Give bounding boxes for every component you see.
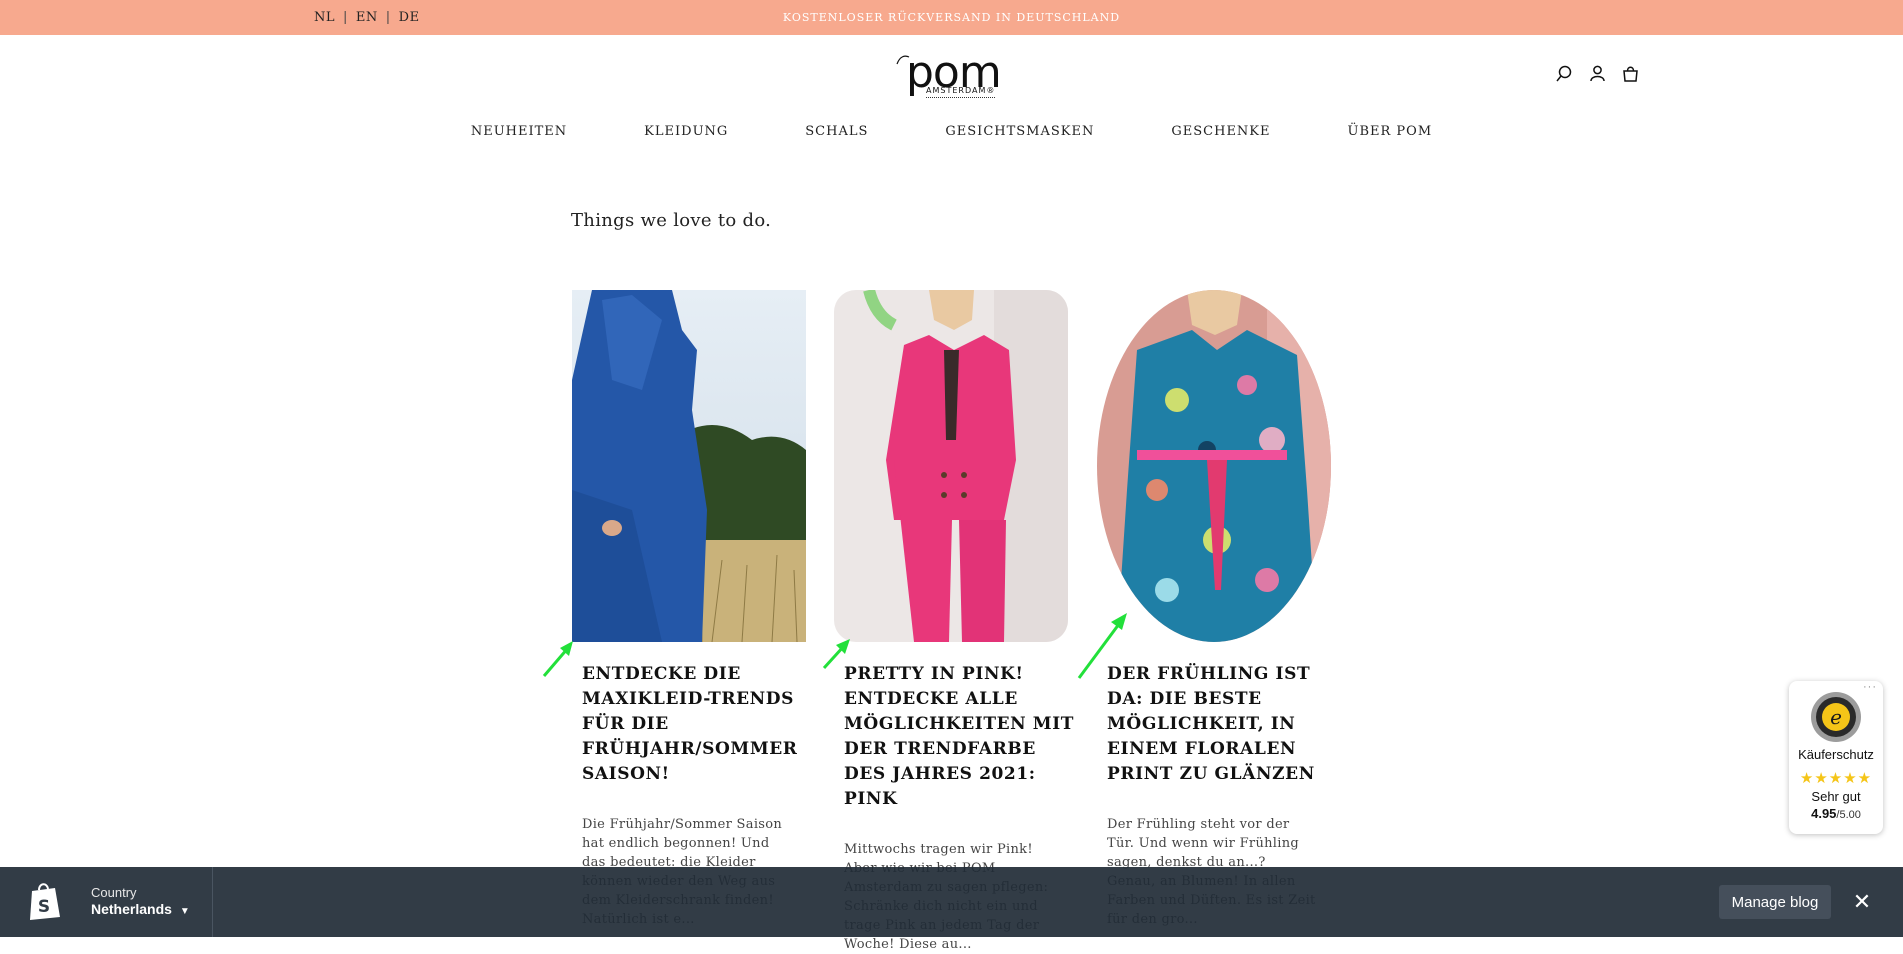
- country-label: Country: [91, 885, 137, 900]
- rating-score-max: /5.00: [1836, 809, 1861, 821]
- admin-bar-divider: [212, 867, 213, 937]
- article-card[interactable]: PRETTY IN PINK! ENTDECKE ALLE MÖGLICHKEI…: [834, 290, 1073, 954]
- nav-geschenke[interactable]: GESCHENKE: [1171, 124, 1270, 150]
- arrow-icon: [1077, 613, 1127, 679]
- rating-score-value: 4.95: [1811, 806, 1837, 821]
- site-logo[interactable]: pom AMSTERDAM®: [896, 48, 1008, 104]
- nav-kleidung[interactable]: KLEIDUNG: [644, 124, 728, 150]
- rating-stars: ★★★★★: [1799, 770, 1873, 787]
- arrow-icon: [542, 641, 573, 677]
- arrow-icon: [822, 639, 850, 670]
- svg-text:S: S: [38, 897, 50, 917]
- country-selector[interactable]: Netherlands ▼: [91, 901, 190, 917]
- article-title[interactable]: ENTDECKE DIE MAXIKLEID-TRENDS FÜR DIE FR…: [582, 662, 812, 787]
- logo-subtitle: AMSTERDAM®: [926, 86, 996, 98]
- article-image-maxi-dress[interactable]: [572, 290, 806, 642]
- more-options-icon[interactable]: ···: [1863, 681, 1877, 693]
- nav-neuheiten[interactable]: NEUHEITEN: [471, 124, 567, 150]
- svg-text:e: e: [1830, 705, 1842, 729]
- nav-ueber-pom[interactable]: ÜBER POM: [1348, 124, 1433, 150]
- article-image-pink-suit[interactable]: [834, 290, 1068, 642]
- article-card[interactable]: ENTDECKE DIE MAXIKLEID-TRENDS FÜR DIE FR…: [572, 290, 808, 929]
- cart-icon[interactable]: [1621, 64, 1640, 83]
- account-icon[interactable]: [1588, 64, 1607, 83]
- shopify-admin-bar: S Country Netherlands ▼ Manage blog ✕: [0, 867, 1903, 937]
- caret-down-icon: ▼: [179, 906, 190, 917]
- nav-gesichtsmasken[interactable]: GESICHTSMASKEN: [945, 124, 1094, 150]
- manage-blog-button[interactable]: Manage blog: [1719, 885, 1831, 919]
- announcement-text: KOSTENLOSER RÜCKVERSAND IN DEUTSCHLAND: [782, 11, 1121, 24]
- page-title: Things we love to do.: [571, 210, 772, 231]
- rating-score: 4.95/5.00: [1789, 806, 1883, 821]
- article-image-floral-dress[interactable]: [1097, 290, 1331, 642]
- shopify-bag-icon: S: [27, 881, 63, 926]
- trust-label: Käuferschutz: [1798, 747, 1874, 762]
- article-title[interactable]: DER FRÜHLING IST DA: DIE BESTE MÖGLICHKE…: [1107, 662, 1337, 787]
- close-icon[interactable]: ✕: [1849, 889, 1875, 915]
- nav-schals[interactable]: SCHALS: [805, 124, 868, 150]
- rating-word: Sehr gut: [1811, 789, 1861, 804]
- article-title[interactable]: PRETTY IN PINK! ENTDECKE ALLE MÖGLICHKEI…: [844, 662, 1074, 812]
- header-actions: [1555, 64, 1640, 83]
- trust-badge[interactable]: ··· e Käuferschutz ★★★★★ Sehr gut 4.95/5…: [1789, 681, 1883, 834]
- main-navigation: NEUHEITEN KLEIDUNG SCHALS GESICHTSMASKEN…: [0, 124, 1903, 150]
- trusted-shops-seal-icon: e: [1810, 691, 1862, 748]
- country-value: Netherlands: [91, 901, 172, 917]
- announcement-bar: NL | EN | DE KOSTENLOSER RÜCKVERSAND IN …: [0, 0, 1903, 35]
- search-icon[interactable]: [1555, 64, 1574, 83]
